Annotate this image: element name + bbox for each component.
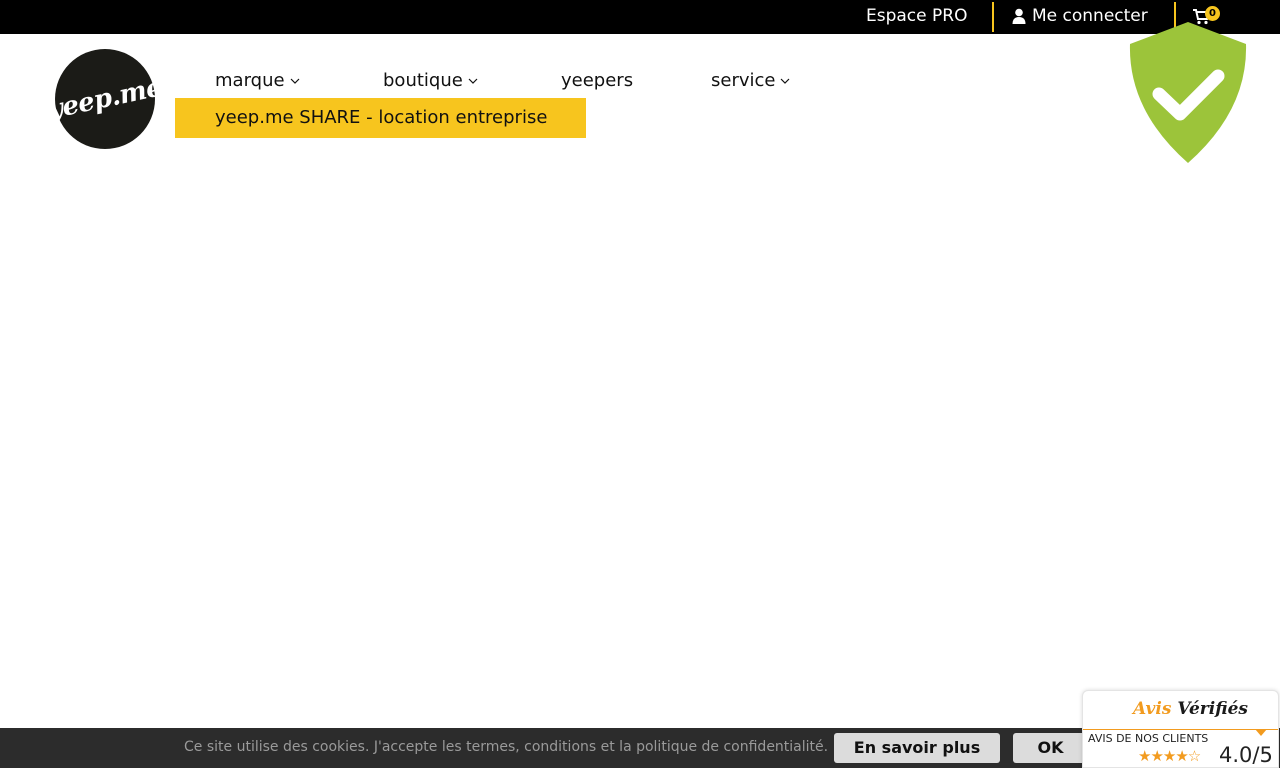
- nav-label: service: [711, 70, 776, 91]
- star-empty-icon: ☆: [1187, 747, 1201, 765]
- nav-item-service[interactable]: service: [711, 70, 790, 91]
- reviews-widget[interactable]: Avis Vérifiés AVIS DE NOS CLIENTS ★★★★☆ …: [1082, 690, 1279, 768]
- ok-button[interactable]: OK: [1013, 733, 1088, 763]
- nav-dropdown-menu: yeep.me SHARE - location entreprise: [175, 98, 586, 138]
- user-icon: [1012, 8, 1026, 24]
- nav-label: marque: [215, 70, 285, 91]
- site-logo[interactable]: yeep.me: [45, 49, 165, 149]
- logo-text: yeep.me: [45, 72, 165, 126]
- divider: [1083, 729, 1278, 730]
- top-bar: Espace PRO Me connecter 0: [0, 0, 1280, 34]
- caret-down-icon: [1255, 729, 1267, 736]
- divider: [992, 2, 994, 32]
- nav-item-marque[interactable]: marque: [215, 70, 300, 91]
- dropdown-item-share[interactable]: yeep.me SHARE - location entreprise: [215, 107, 547, 128]
- chevron-down-icon: [290, 78, 299, 84]
- reviews-brand: Avis Vérifiés: [1133, 699, 1248, 719]
- check-shield-icon[interactable]: [1126, 20, 1250, 165]
- nav-label: yeepers: [561, 70, 634, 91]
- espace-pro-link[interactable]: Espace PRO: [866, 6, 967, 26]
- chevron-down-icon: [781, 78, 790, 84]
- nav-label: boutique: [383, 70, 463, 91]
- learn-more-button[interactable]: En savoir plus: [834, 733, 1000, 763]
- cookie-message: Ce site utilise des cookies. J'accepte l…: [184, 739, 829, 755]
- chevron-down-icon: [468, 78, 478, 84]
- star-icon: ★★★★: [1138, 747, 1189, 765]
- reviews-score: 4.0/5: [1219, 743, 1273, 767]
- nav-item-boutique[interactable]: boutique: [383, 70, 478, 91]
- nav-item-yeepers[interactable]: yeepers: [561, 70, 633, 91]
- cart-count-badge: 0: [1205, 6, 1220, 21]
- reviews-subtitle: AVIS DE NOS CLIENTS: [1088, 732, 1209, 745]
- star-rating: ★★★★☆: [1138, 747, 1201, 765]
